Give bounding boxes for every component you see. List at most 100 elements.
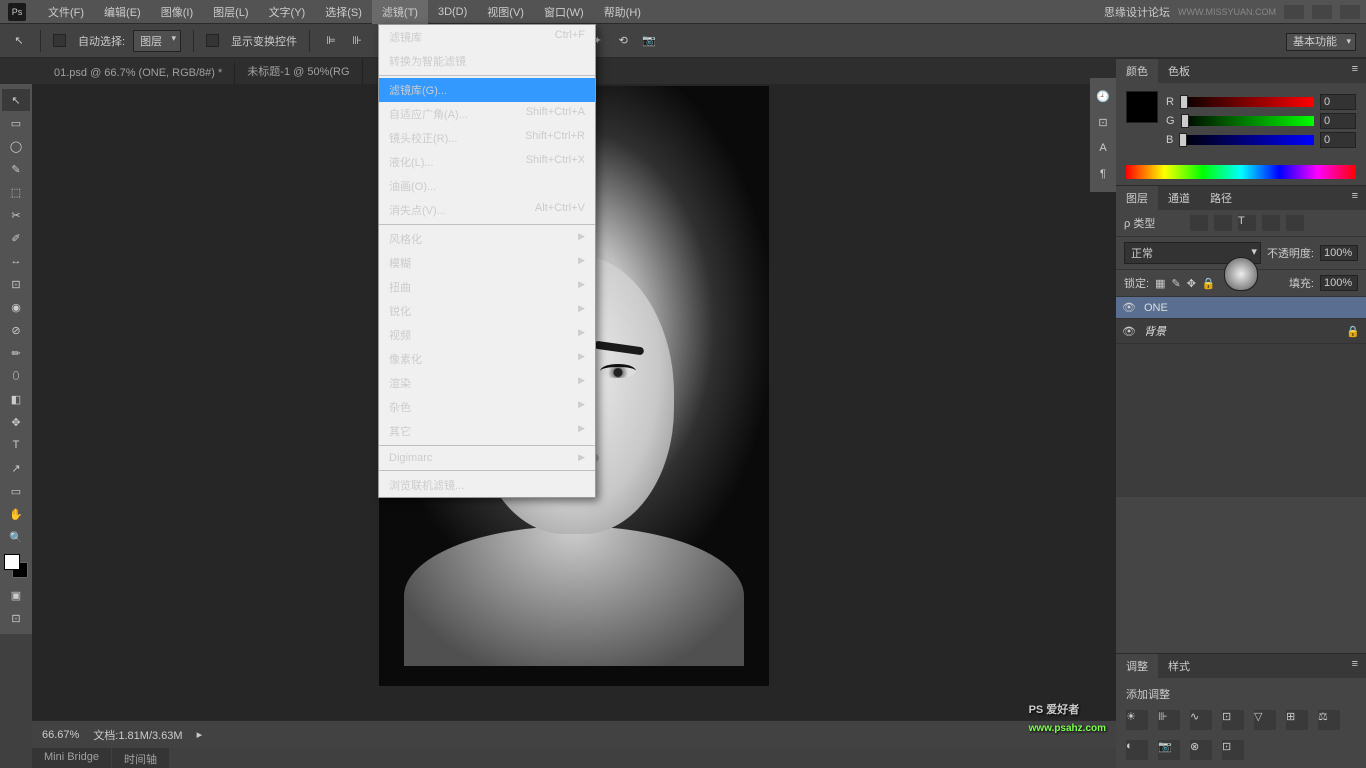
layer-row[interactable]: 👁 ONE (1116, 297, 1366, 319)
paragraph-icon[interactable]: ¶ (1090, 162, 1116, 186)
color-swatches[interactable] (4, 554, 28, 578)
adjust-menu-icon[interactable]: ≡ (1344, 654, 1366, 678)
3d-icon-4[interactable]: ⟲ (614, 32, 632, 50)
balance-icon[interactable]: ⚖ (1318, 710, 1340, 730)
lock-pixel-icon[interactable]: ✎ (1171, 277, 1180, 290)
layer-row[interactable]: 👁 背景 🔒 (1116, 319, 1366, 344)
tool-zoom[interactable]: 🔍 (2, 526, 30, 548)
layer-filter-select[interactable]: ρ 类型 (1124, 215, 1184, 231)
filter-smart-icon[interactable] (1286, 215, 1304, 231)
tool-pen[interactable]: ✥ (2, 411, 30, 433)
menu-window[interactable]: 窗口(W) (534, 0, 594, 24)
bw-icon[interactable]: ◐ (1126, 740, 1148, 760)
foreground-color[interactable] (4, 554, 20, 570)
b-input[interactable] (1320, 132, 1356, 148)
lock-all-icon[interactable]: 🔒 (1202, 277, 1216, 290)
close-button[interactable] (1340, 5, 1360, 19)
exposure-icon[interactable]: ⊡ (1222, 710, 1244, 730)
workspace-select[interactable]: 基本功能 (1286, 33, 1356, 51)
tool-crop[interactable]: ⬚ (2, 181, 30, 203)
visibility-icon[interactable]: 👁 (1122, 325, 1136, 338)
character-icon[interactable]: A (1090, 136, 1116, 160)
zoom-level[interactable]: 66.67% (42, 729, 79, 741)
fill-input[interactable] (1320, 275, 1358, 291)
filter-menu-item[interactable]: 镜头校正(R)...Shift+Ctrl+R (379, 126, 595, 150)
tab-mini-bridge[interactable]: Mini Bridge (32, 748, 111, 768)
filter-menu-item[interactable]: 渲染▶ (379, 371, 595, 395)
hue-icon[interactable]: ⊞ (1286, 710, 1308, 730)
vibrance-icon[interactable]: ▽ (1254, 710, 1276, 730)
filter-menu-item[interactable]: 视频▶ (379, 323, 595, 347)
filter-menu-item[interactable]: 滤镜库Ctrl+F (379, 25, 595, 49)
tool-stamp[interactable]: ⊡ (2, 273, 30, 295)
mixer-icon[interactable]: ⊗ (1190, 740, 1212, 760)
curves-icon[interactable]: ∿ (1190, 710, 1212, 730)
filter-menu-item[interactable]: 风格化▶ (379, 227, 595, 251)
menu-filter[interactable]: 滤镜(T) (372, 0, 428, 24)
r-input[interactable] (1320, 94, 1356, 110)
b-slider[interactable] (1179, 135, 1314, 145)
align-icon[interactable]: ⊫ (322, 32, 340, 50)
lock-position-icon[interactable]: ✥ (1187, 277, 1196, 290)
3d-icon-5[interactable]: 📷 (640, 32, 658, 50)
tab-channels[interactable]: 通道 (1158, 186, 1200, 210)
tool-brush[interactable]: ↔ (2, 250, 30, 272)
visibility-icon[interactable]: 👁 (1122, 301, 1136, 314)
tab-document-1[interactable]: 01.psd @ 66.7% (ONE, RGB/8#) * (42, 62, 235, 84)
r-slider[interactable] (1180, 97, 1314, 107)
tool-dodge[interactable]: ◧ (2, 388, 30, 410)
filter-menu-item[interactable]: 滤镜库(G)... (379, 78, 595, 102)
layers-menu-icon[interactable]: ≡ (1344, 186, 1366, 210)
history-icon[interactable]: 🕘 (1090, 84, 1116, 108)
menu-layer[interactable]: 图层(L) (203, 0, 258, 24)
tab-document-2[interactable]: 未标题-1 @ 50%(RG (235, 58, 362, 84)
filter-shape-icon[interactable] (1262, 215, 1280, 231)
tool-quickmask[interactable]: ▣ (2, 584, 30, 606)
tab-adjustments[interactable]: 调整 (1116, 654, 1158, 678)
status-arrow-icon[interactable]: ▸ (197, 728, 203, 741)
auto-select-target[interactable]: 图层 (133, 30, 181, 52)
tool-eraser[interactable]: ⊘ (2, 319, 30, 341)
tab-swatches[interactable]: 色板 (1158, 59, 1200, 83)
filter-menu-item[interactable]: Digimarc▶ (379, 448, 595, 468)
g-slider[interactable] (1181, 116, 1314, 126)
properties-icon[interactable]: ⊡ (1090, 110, 1116, 134)
tool-shape[interactable]: ▭ (2, 480, 30, 502)
filter-menu-item[interactable]: 扭曲▶ (379, 275, 595, 299)
tool-blur[interactable]: ⬯ (2, 365, 30, 387)
minimize-button[interactable] (1284, 5, 1304, 19)
move-tool-icon[interactable]: ↖ (10, 32, 28, 50)
auto-select-checkbox[interactable] (53, 34, 66, 47)
tab-layers[interactable]: 图层 (1116, 186, 1158, 210)
layer-name[interactable]: ONE (1144, 302, 1168, 314)
filter-menu-item[interactable]: 浏览联机滤镜... (379, 473, 595, 497)
filter-menu-item[interactable]: 像素化▶ (379, 347, 595, 371)
current-color-swatch[interactable] (1126, 91, 1158, 123)
filter-menu-item[interactable]: 模糊▶ (379, 251, 595, 275)
tab-paths[interactable]: 路径 (1200, 186, 1242, 210)
color-spectrum[interactable] (1126, 165, 1356, 179)
menu-select[interactable]: 选择(S) (315, 0, 372, 24)
panel-menu-icon[interactable]: ≡ (1344, 59, 1366, 83)
filter-pixel-icon[interactable] (1190, 215, 1208, 231)
tool-path[interactable]: ↗ (2, 457, 30, 479)
lookup-icon[interactable]: ⊡ (1222, 740, 1244, 760)
menu-view[interactable]: 视图(V) (477, 0, 534, 24)
levels-icon[interactable]: ⊪ (1158, 710, 1180, 730)
g-input[interactable] (1320, 113, 1356, 129)
layer-thumbnail[interactable] (1224, 257, 1258, 291)
tool-wand[interactable]: ✎ (2, 158, 30, 180)
tool-text[interactable]: T (2, 434, 30, 456)
photo-filter-icon[interactable]: 📷 (1158, 740, 1180, 760)
menu-3d[interactable]: 3D(D) (428, 2, 477, 22)
tool-move[interactable]: ↖ (2, 89, 30, 111)
layer-name[interactable]: 背景 (1144, 323, 1166, 339)
filter-menu-item[interactable]: 杂色▶ (379, 395, 595, 419)
tool-lasso[interactable]: ◯ (2, 135, 30, 157)
filter-menu-item[interactable]: 自适应广角(A)...Shift+Ctrl+A (379, 102, 595, 126)
menu-edit[interactable]: 编辑(E) (94, 0, 151, 24)
tool-eyedropper[interactable]: ✂ (2, 204, 30, 226)
menu-file[interactable]: 文件(F) (38, 0, 94, 24)
tab-timeline[interactable]: 时间轴 (112, 748, 169, 768)
align-icon-2[interactable]: ⊪ (348, 32, 366, 50)
